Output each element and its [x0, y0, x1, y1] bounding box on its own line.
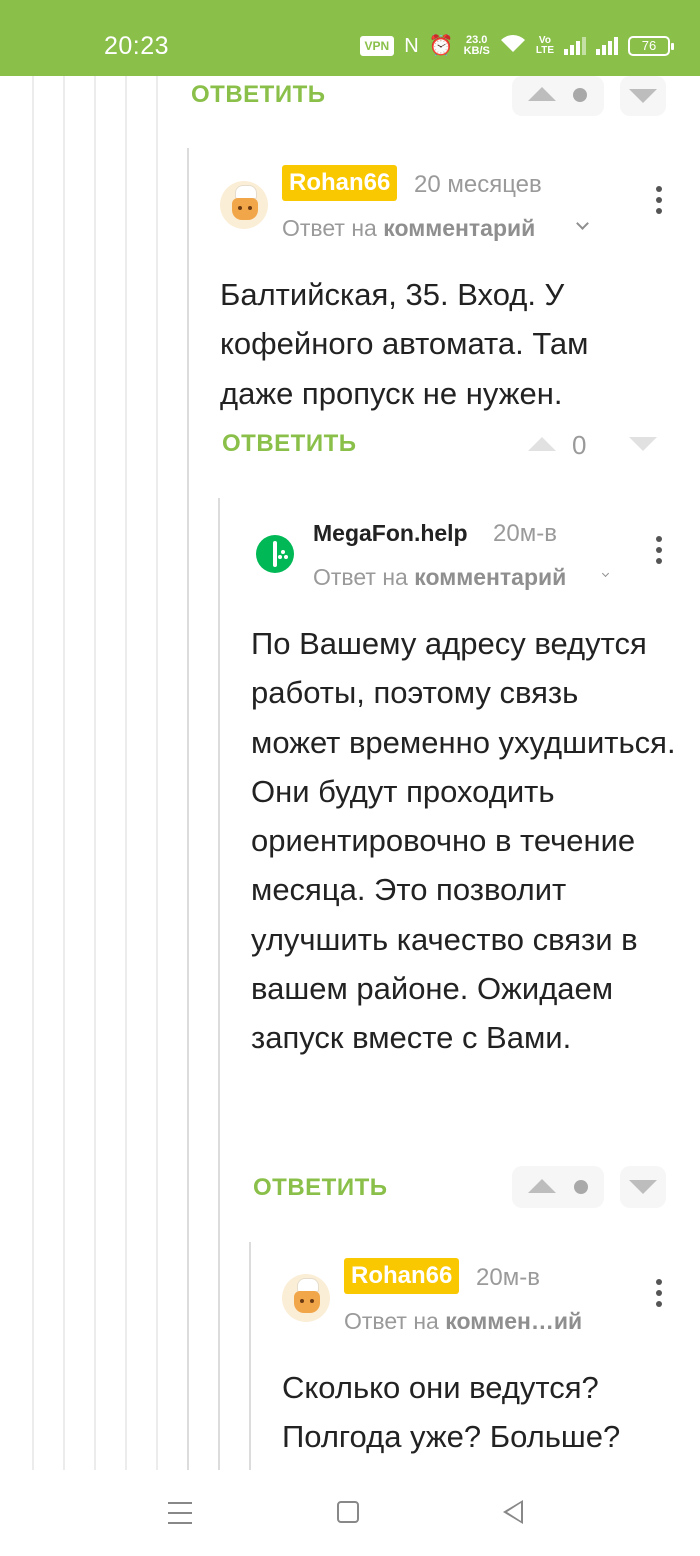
upvote-icon[interactable] — [528, 87, 556, 101]
downvote-icon[interactable] — [629, 89, 657, 103]
wifi-icon — [500, 34, 526, 58]
more-options-icon[interactable] — [649, 1278, 669, 1312]
reply-to-target[interactable]: комментарий — [383, 215, 535, 241]
reply-to[interactable]: Ответ на коммен…ий — [344, 1308, 582, 1335]
back-icon[interactable] — [503, 1500, 523, 1524]
vote-pill — [512, 1166, 604, 1208]
avatar[interactable] — [282, 1274, 330, 1322]
reply-to-prefix: Ответ на — [313, 564, 408, 590]
vote-pill — [512, 76, 604, 116]
signal-icon-2 — [596, 37, 618, 55]
reply-button[interactable]: ОТВЕТИТЬ — [191, 81, 326, 109]
comment-text: Балтийская, 35. Вход. У кофейного автома… — [220, 277, 589, 411]
avatar[interactable] — [220, 181, 268, 229]
more-options-icon[interactable] — [649, 185, 669, 219]
comment-text: Сколько они ведутся? Полгода уже? Больше… — [282, 1370, 621, 1455]
reply-button[interactable]: ОТВЕТИТЬ — [222, 430, 357, 458]
thread-line — [218, 498, 220, 1470]
nfc-icon: N — [404, 35, 419, 57]
thread-line — [32, 76, 34, 1470]
downvote-icon[interactable] — [629, 437, 657, 451]
author-name[interactable]: Rohan66 — [344, 1258, 460, 1294]
signal-icon — [564, 37, 586, 55]
chevron-down-icon[interactable] — [601, 569, 610, 578]
status-bar: 20:23 VPN N ⏰ 23.0 KB/S Vo LTE 76 — [0, 0, 700, 76]
reply-to-prefix: Ответ на — [282, 215, 377, 241]
home-icon[interactable] — [337, 1501, 359, 1523]
navigation-bar — [0, 1470, 700, 1556]
vpn-icon: VPN — [359, 36, 395, 56]
chevron-down-icon[interactable] — [576, 217, 589, 230]
recent-apps-icon[interactable] — [168, 1502, 192, 1524]
author-name[interactable]: MegaFon.help — [313, 520, 468, 547]
thread-line — [187, 148, 189, 1470]
thread-line — [63, 76, 65, 1470]
thread-line — [125, 76, 127, 1470]
downvote-icon[interactable] — [629, 1180, 657, 1194]
author-name[interactable]: Rohan66 — [282, 165, 398, 201]
reply-button[interactable]: ОТВЕТИТЬ — [253, 1174, 388, 1202]
thread-line — [94, 76, 96, 1470]
reply-to-prefix: Ответ на — [344, 1308, 439, 1334]
vote-score-dot — [573, 88, 587, 102]
volte-bottom: LTE — [535, 45, 554, 56]
thread-line — [156, 76, 158, 1470]
more-options-icon[interactable] — [649, 535, 669, 569]
thread-line — [249, 1242, 251, 1470]
status-icons: VPN N ⏰ 23.0 KB/S Vo LTE 76 — [359, 34, 674, 58]
upvote-icon[interactable] — [528, 1179, 556, 1193]
upvote-icon[interactable] — [528, 437, 556, 451]
reply-to-target[interactable]: комментарий — [414, 564, 566, 590]
reply-to-target[interactable]: коммен…ий — [445, 1308, 582, 1334]
comment-age: 20 месяцев — [414, 171, 542, 198]
avatar[interactable] — [256, 535, 294, 573]
alarm-icon: ⏰ — [428, 35, 454, 57]
vote-score: 0 — [572, 430, 587, 460]
vote-score-dot — [574, 1180, 588, 1194]
comment-age: 20м-в — [476, 1264, 540, 1291]
clock: 20:23 — [104, 32, 170, 60]
comment-age: 20м-в — [493, 520, 557, 547]
comment-text: По Вашему адресу ведутся работы, поэтому… — [251, 626, 676, 1056]
network-speed-unit: KB/S — [463, 45, 490, 57]
battery-icon: 76 — [628, 36, 674, 56]
reply-to[interactable]: Ответ на комментарий — [282, 215, 535, 242]
network-speed: 23.0 KB/S — [464, 35, 490, 57]
volte-icon: Vo LTE — [536, 36, 554, 56]
reply-to[interactable]: Ответ на комментарий — [313, 564, 566, 591]
